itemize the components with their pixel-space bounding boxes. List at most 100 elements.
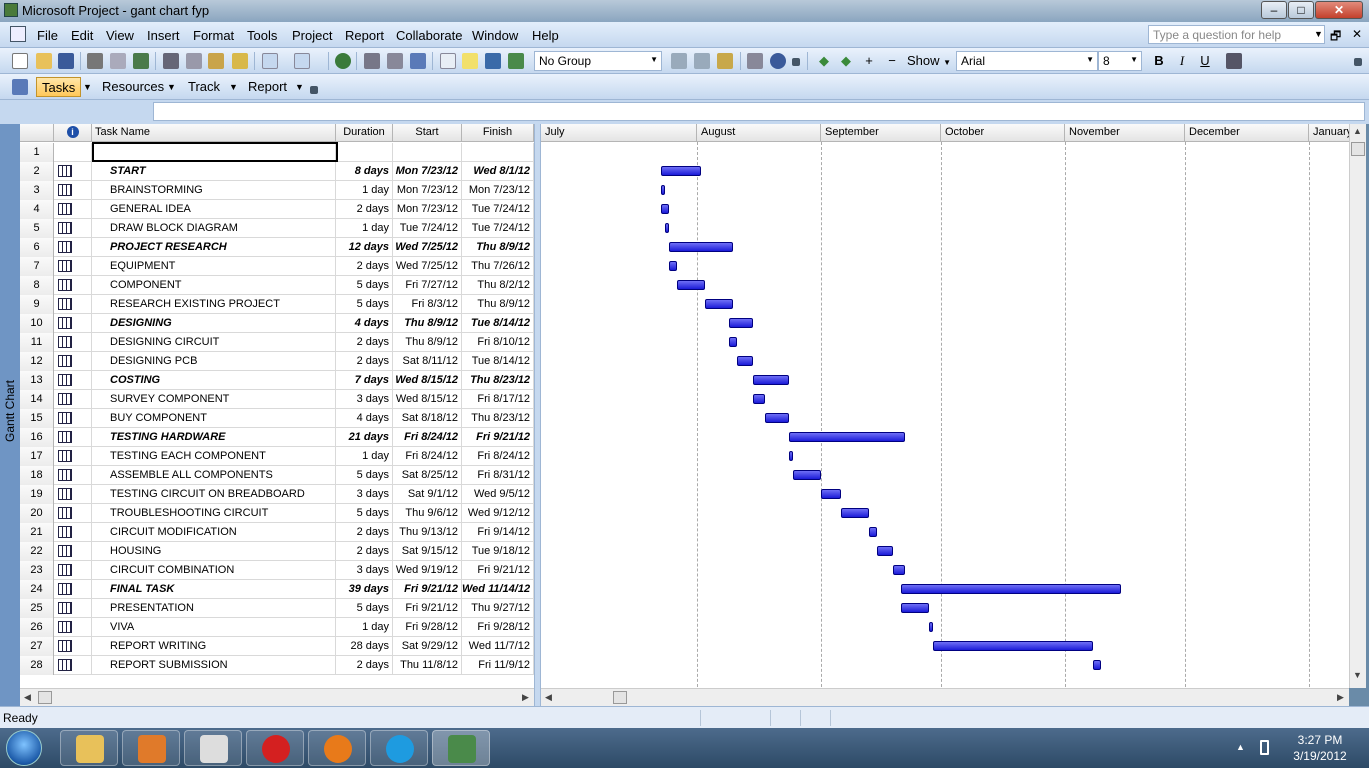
undo-icon[interactable] <box>262 53 278 69</box>
task-start-cell[interactable]: Sat 9/15/12 <box>393 542 462 561</box>
selected-cell[interactable] <box>92 142 338 162</box>
task-row[interactable]: 26 VIVA 1 day Fri 9/28/12 Fri 9/28/12 <box>20 618 534 637</box>
task-duration-cell[interactable]: 5 days <box>336 504 393 523</box>
task-name-cell[interactable]: SURVEY COMPONENT <box>92 390 336 409</box>
task-row[interactable]: 24 FINAL TASK 39 days Fri 9/21/12 Wed 11/14/… <box>20 580 534 599</box>
tasks-button[interactable]: Tasks <box>36 77 82 97</box>
task-duration-cell[interactable]: 1 day <box>336 447 393 466</box>
task-start-cell[interactable]: Fri 9/21/12 <box>393 580 462 599</box>
minimize-button[interactable]: – <box>1261 1 1287 19</box>
menu-insert[interactable]: Insert <box>147 28 180 43</box>
scroll-right-icon[interactable]: ▶ <box>522 692 529 703</box>
task-id[interactable]: 11 <box>20 333 54 352</box>
task-indicators[interactable] <box>54 599 92 618</box>
task-name-cell[interactable]: PRESENTATION <box>92 599 336 618</box>
taskbar-firefox[interactable] <box>308 730 366 766</box>
task-bar[interactable] <box>877 546 893 556</box>
task-finish-cell[interactable]: Thu 8/9/12 <box>462 238 534 257</box>
menu-edit[interactable]: Edit <box>71 28 93 43</box>
task-id[interactable]: 18 <box>20 466 54 485</box>
task-name-cell[interactable]: TESTING EACH COMPONENT <box>92 447 336 466</box>
task-start-cell[interactable]: Thu 9/6/12 <box>393 504 462 523</box>
task-finish-cell[interactable]: Fri 8/24/12 <box>462 447 534 466</box>
task-finish-cell[interactable]: Thu 9/27/12 <box>462 599 534 618</box>
task-bar[interactable] <box>1093 660 1101 670</box>
task-bar[interactable] <box>661 204 669 214</box>
month-header[interactable]: January <box>1309 124 1349 142</box>
task-row[interactable]: 3 BRAINSTORMING 1 day Mon 7/23/12 Mon 7/23/1… <box>20 181 534 200</box>
project-guide-icon[interactable] <box>12 79 28 95</box>
task-duration-cell[interactable]: 5 days <box>336 295 393 314</box>
task-id[interactable]: 9 <box>20 295 54 314</box>
hyperlink-icon[interactable] <box>335 53 351 69</box>
task-name-cell[interactable]: BRAINSTORMING <box>92 181 336 200</box>
taskbar-microsoft-project[interactable] <box>432 730 490 766</box>
month-header[interactable]: July <box>541 124 697 142</box>
task-row[interactable]: 2 START 8 days Mon 7/23/12 Wed 8/1/12 <box>20 162 534 181</box>
arrow-left-icon[interactable]: ◆ <box>816 53 832 69</box>
task-bar[interactable] <box>665 223 669 233</box>
task-indicators[interactable] <box>54 390 92 409</box>
clock[interactable]: 3:27 PM 3/19/2012 <box>1285 732 1355 764</box>
task-row[interactable]: 27 REPORT WRITING 28 days Sat 9/29/12 Wed 11… <box>20 637 534 656</box>
taskbar-opera[interactable] <box>246 730 304 766</box>
task-start-cell[interactable]: Mon 7/23/12 <box>393 200 462 219</box>
task-duration-cell[interactable]: 12 days <box>336 238 393 257</box>
copy-icon[interactable] <box>186 53 202 69</box>
task-start-cell[interactable]: Fri 8/24/12 <box>393 447 462 466</box>
publish-icon[interactable] <box>508 53 524 69</box>
task-duration-cell[interactable]: 2 days <box>336 333 393 352</box>
task-bar[interactable] <box>821 489 841 499</box>
print-preview-icon[interactable] <box>110 53 126 69</box>
summary-task-bar[interactable] <box>901 584 1121 594</box>
view-bar[interactable]: Gantt Chart <box>0 124 20 706</box>
save-icon[interactable] <box>58 53 74 69</box>
task-indicators[interactable] <box>54 523 92 542</box>
spelling-icon[interactable] <box>133 53 149 69</box>
document-icon[interactable] <box>10 26 26 42</box>
task-name-cell[interactable]: DRAW BLOCK DIAGRAM <box>92 219 336 238</box>
copy-picture-icon[interactable] <box>747 53 763 69</box>
zoom-in-icon[interactable] <box>671 53 687 69</box>
task-indicators[interactable] <box>54 314 92 333</box>
task-start-cell[interactable]: Fri 9/21/12 <box>393 599 462 618</box>
task-indicators[interactable] <box>54 238 92 257</box>
task-duration-cell[interactable]: 1 day <box>336 219 393 238</box>
task-indicators[interactable] <box>54 447 92 466</box>
task-start-cell[interactable]: Sat 8/11/12 <box>393 352 462 371</box>
task-start-cell[interactable]: Fri 9/28/12 <box>393 618 462 637</box>
task-name-cell[interactable]: FINAL TASK <box>92 580 336 599</box>
arrow-right-icon[interactable]: ◆ <box>838 53 854 69</box>
menu-help[interactable]: Help <box>532 28 559 43</box>
toolbar-options-icon[interactable] <box>310 86 318 94</box>
gantt-scroll-thumb[interactable] <box>613 691 627 704</box>
help-search-input[interactable]: Type a question for help <box>1148 25 1325 44</box>
task-row[interactable]: 5 DRAW BLOCK DIAGRAM 1 day Tue 7/24/12 Tue 7… <box>20 219 534 238</box>
task-start-cell[interactable]: Sat 9/29/12 <box>393 637 462 656</box>
task-bar[interactable] <box>753 394 765 404</box>
task-id[interactable]: 15 <box>20 409 54 428</box>
task-name-cell[interactable]: START <box>92 162 336 181</box>
task-row[interactable]: 9 RESEARCH EXISTING PROJECT 5 days Fri 8/3/… <box>20 295 534 314</box>
task-finish-cell[interactable]: Thu 8/2/12 <box>462 276 534 295</box>
task-finish-cell[interactable]: Tue 8/14/12 <box>462 314 534 333</box>
task-start-cell[interactable]: Sat 8/25/12 <box>393 466 462 485</box>
split-task-icon[interactable] <box>410 53 426 69</box>
task-duration-cell[interactable]: 2 days <box>336 542 393 561</box>
summary-task-bar[interactable] <box>669 242 733 252</box>
task-bar[interactable] <box>729 337 737 347</box>
task-id[interactable]: 23 <box>20 561 54 580</box>
task-name-cell[interactable]: EQUIPMENT <box>92 257 336 276</box>
app-icon[interactable] <box>4 3 18 17</box>
task-id[interactable]: 12 <box>20 352 54 371</box>
help-icon[interactable] <box>770 53 786 69</box>
task-id[interactable]: 19 <box>20 485 54 504</box>
maximize-button[interactable]: □ <box>1288 1 1314 19</box>
task-start-cell[interactable]: Mon 7/23/12 <box>393 181 462 200</box>
task-row[interactable]: 19 TESTING CIRCUIT ON BREADBOARD 3 days Sat… <box>20 485 534 504</box>
task-start-cell[interactable]: Wed 9/19/12 <box>393 561 462 580</box>
task-indicators[interactable] <box>54 656 92 675</box>
task-duration-cell[interactable]: 2 days <box>336 200 393 219</box>
task-id[interactable]: 3 <box>20 181 54 200</box>
month-header[interactable]: September <box>821 124 941 142</box>
